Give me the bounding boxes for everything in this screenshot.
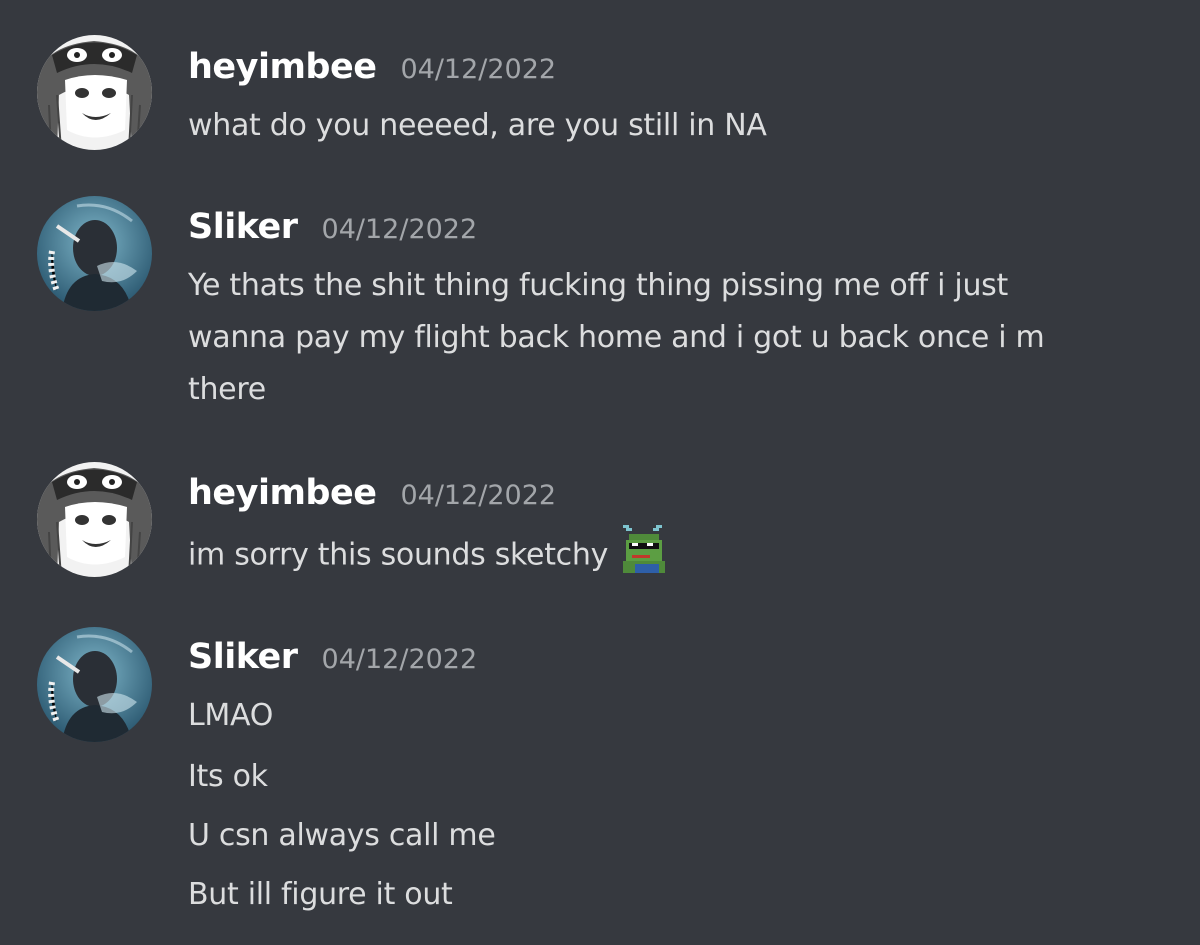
- message-text: LMAO: [188, 698, 274, 733]
- manga-girl-avatar-icon: [37, 35, 152, 150]
- pixel-pepe-sunglasses-emoji-icon[interactable]: [614, 522, 674, 582]
- avatar[interactable]: [37, 462, 152, 577]
- smoking-man-avatar-icon: [37, 196, 152, 311]
- message-text: Ye thats the shit thing fucking thing pi…: [188, 268, 1008, 303]
- message-text: what do you neeeed, are you still in NA: [188, 108, 767, 143]
- manga-girl-avatar-icon: [37, 462, 152, 577]
- message-text-content: im sorry this sounds sketchy: [188, 537, 609, 573]
- timestamp: 04/12/2022: [321, 214, 478, 245]
- avatar[interactable]: [37, 35, 152, 150]
- message-header: heyimbee 04/12/2022: [188, 47, 556, 87]
- message-text: But ill figure it out: [188, 877, 453, 912]
- username[interactable]: heyimbee: [188, 47, 377, 87]
- message-header: Sliker 04/12/2022: [188, 637, 477, 677]
- message-text: wanna pay my flight back home and i got …: [188, 320, 1045, 355]
- message-text: U csn always call me: [188, 818, 496, 853]
- avatar[interactable]: [37, 627, 152, 742]
- avatar[interactable]: [37, 196, 152, 311]
- timestamp: 04/12/2022: [400, 480, 557, 511]
- message-header: heyimbee 04/12/2022: [188, 473, 556, 513]
- message-text: im sorry this sounds sketchy: [188, 525, 1178, 586]
- message-header: Sliker 04/12/2022: [188, 207, 477, 247]
- username[interactable]: Sliker: [188, 207, 298, 247]
- timestamp: 04/12/2022: [400, 54, 557, 85]
- message-text: there: [188, 372, 266, 407]
- username[interactable]: heyimbee: [188, 473, 377, 513]
- timestamp: 04/12/2022: [321, 644, 478, 675]
- smoking-man-avatar-icon: [37, 627, 152, 742]
- username[interactable]: Sliker: [188, 637, 298, 677]
- message-text: Its ok: [188, 759, 268, 794]
